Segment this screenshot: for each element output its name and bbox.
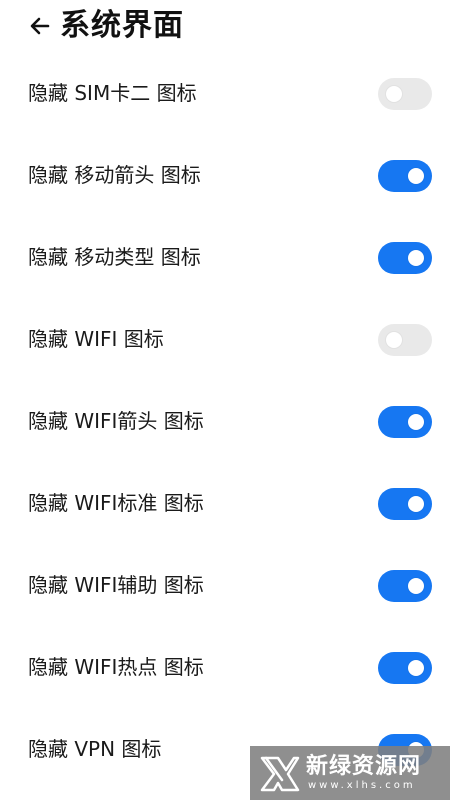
toggle-knob: [408, 496, 424, 512]
toggle-switch[interactable]: [378, 324, 432, 356]
toggle-knob: [408, 414, 424, 430]
toggle-knob: [408, 660, 424, 676]
setting-label: 隐藏 移动箭头 图标: [28, 163, 201, 187]
watermark-name: 新绿资源网: [306, 754, 422, 779]
settings-list: 隐藏 SIM卡二 图标 隐藏 移动箭头 图标 隐藏 移动类型 图标 隐藏 WIF…: [0, 54, 450, 792]
page-title: 系统界面: [60, 8, 184, 43]
toggle-switch[interactable]: [378, 488, 432, 520]
setting-row-hide-wifi-assist-icon[interactable]: 隐藏 WIFI辅助 图标: [0, 546, 450, 628]
toggle-switch[interactable]: [378, 78, 432, 110]
toggle-knob: [386, 332, 402, 348]
settings-page: 系统界面 隐藏 SIM卡二 图标 隐藏 移动箭头 图标 隐藏 移动类型 图标 隐…: [0, 0, 450, 800]
watermark-logo-icon: [260, 756, 300, 792]
setting-label: 隐藏 移动类型 图标: [28, 245, 201, 269]
setting-label: 隐藏 WIFI 图标: [28, 327, 164, 351]
setting-label: 隐藏 WIFI标准 图标: [28, 491, 204, 515]
header: 系统界面: [0, 0, 450, 60]
setting-label: 隐藏 SIM卡二 图标: [28, 81, 197, 105]
toggle-switch[interactable]: [378, 406, 432, 438]
site-watermark: 新绿资源网 www.xlhs.com: [250, 746, 450, 800]
setting-label: 隐藏 WIFI热点 图标: [28, 655, 204, 679]
toggle-knob: [386, 86, 402, 102]
setting-row-hide-wifi-arrow-icon[interactable]: 隐藏 WIFI箭头 图标: [0, 382, 450, 464]
back-button[interactable]: [26, 12, 54, 40]
toggle-switch[interactable]: [378, 242, 432, 274]
arrow-left-icon: [30, 17, 50, 35]
setting-label: 隐藏 VPN 图标: [28, 737, 162, 761]
setting-row-hide-mobile-type-icon[interactable]: 隐藏 移动类型 图标: [0, 218, 450, 300]
setting-row-hide-wifi-standard-icon[interactable]: 隐藏 WIFI标准 图标: [0, 464, 450, 546]
setting-row-hide-sim2-icon[interactable]: 隐藏 SIM卡二 图标: [0, 54, 450, 136]
toggle-knob: [408, 250, 424, 266]
setting-row-hide-wifi-icon[interactable]: 隐藏 WIFI 图标: [0, 300, 450, 382]
toggle-knob: [408, 168, 424, 184]
toggle-knob: [408, 578, 424, 594]
setting-row-hide-mobile-arrow-icon[interactable]: 隐藏 移动箭头 图标: [0, 136, 450, 218]
watermark-text: 新绿资源网 www.xlhs.com: [306, 754, 421, 792]
setting-row-hide-wifi-hotspot-icon[interactable]: 隐藏 WIFI热点 图标: [0, 628, 450, 710]
setting-label: 隐藏 WIFI箭头 图标: [28, 409, 204, 433]
toggle-switch[interactable]: [378, 652, 432, 684]
setting-label: 隐藏 WIFI辅助 图标: [28, 573, 204, 597]
toggle-switch[interactable]: [378, 570, 432, 602]
toggle-switch[interactable]: [378, 160, 432, 192]
watermark-url: www.xlhs.com: [308, 780, 416, 791]
